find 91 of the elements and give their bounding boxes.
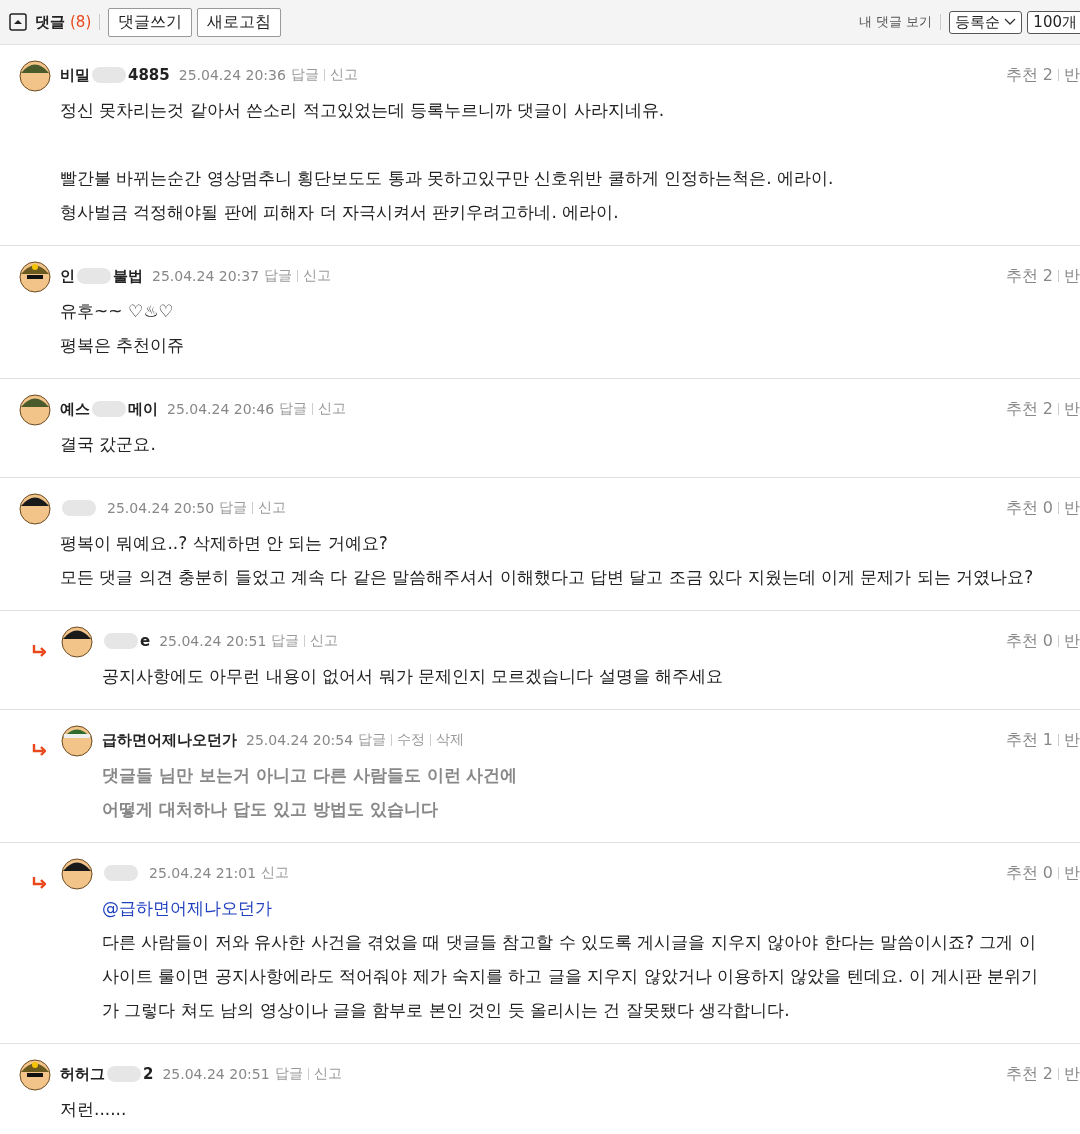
recommend-count[interactable]: 추천 0	[1005, 630, 1053, 652]
header-button[interactable]: 새로고침	[197, 7, 282, 37]
avatar-icon	[60, 723, 94, 757]
collapse-icon[interactable]	[9, 13, 27, 31]
recommend-count[interactable]: 추천 0	[1005, 862, 1053, 884]
comment-text: 결국 갔군요.	[60, 433, 157, 456]
comment-time: 25.04.24 20:51	[159, 633, 267, 649]
mention-link[interactable]: @급하면어제나오던가	[102, 891, 1052, 925]
avatar-icon	[18, 58, 52, 92]
page-size-dropdown[interactable]: 100개	[1027, 10, 1080, 34]
comment-action-link[interactable]: 답글	[271, 632, 300, 650]
comment-time: 25.04.24 21:01	[149, 865, 257, 881]
reply-arrow-icon	[32, 877, 46, 889]
comment-text: 모든 댓글 의견 충분히 들었고 계속 다 같은 말씀해주셔서 이해했다고 답변 달고 조금 있다 지웠는데 이게 문제가 되는 거였나요?	[60, 566, 1035, 589]
redaction-mark	[107, 1066, 141, 1082]
avatar-icon	[18, 491, 52, 525]
comment-time: 25.04.24 20:50	[107, 500, 215, 516]
reply-arrow-icon	[32, 744, 46, 756]
author-name: 2	[143, 1065, 154, 1083]
reply-arrow-icon	[32, 645, 46, 657]
header-button[interactable]: 댓글쓰기	[108, 7, 193, 37]
recommend-count[interactable]: 추천 2	[1005, 265, 1053, 287]
author-name: e	[140, 632, 151, 650]
comment-action-link[interactable]: 답글	[290, 66, 319, 84]
redaction-mark	[92, 67, 126, 83]
comment-count: (8)	[70, 13, 92, 31]
avatar-icon	[18, 259, 52, 293]
author-name: 예스	[60, 399, 90, 419]
comment-action-link[interactable]: 신고	[258, 499, 287, 517]
comment-time: 25.04.24 20:46	[167, 401, 275, 417]
avatar-icon	[18, 392, 52, 426]
oppose-link[interactable]: 반	[1064, 1063, 1080, 1085]
recommend-count[interactable]: 추천 2	[1005, 1063, 1053, 1085]
author-name: 불법	[113, 266, 143, 286]
recommend-count[interactable]: 추천 2	[1005, 64, 1053, 86]
avatar-icon	[18, 1057, 52, 1091]
recommend-count[interactable]: 추천 1	[1005, 729, 1053, 751]
oppose-link[interactable]: 반	[1064, 265, 1080, 287]
comment-action-link[interactable]: 답글	[219, 499, 248, 517]
comment-action-link[interactable]: 신고	[261, 864, 290, 882]
recommend-count[interactable]: 추천 0	[1005, 497, 1053, 519]
redaction-mark	[104, 633, 138, 649]
comment-action-link[interactable]: 답글	[264, 267, 293, 285]
comment-action-link[interactable]: 답글	[279, 400, 308, 418]
comment-time: 25.04.24 20:36	[178, 67, 286, 83]
comment-text: 형사벌금 걱정해야될 판에 피해자 더 자극시켜서 판키우려고하네. 에라이.	[60, 201, 620, 224]
redaction-mark	[62, 500, 96, 516]
comment-text: 평복은 추천이쥬	[60, 334, 186, 357]
comment-text: 평복이 뭐예요..? 삭제하면 안 되는 거예요?	[60, 532, 389, 555]
oppose-link[interactable]: 반	[1064, 630, 1080, 652]
comment-text: 다른 사람들이 저와 유사한 사건을 겪었을 때 댓글들 참고할 수 있도록 게시글을 지우지 않아야 한다는 말씀이시죠? 그게 이 사이트 룰이면 공지사항에라도 적어줘야 제가 숙지를 하고 글을 지우지 않았거나 이용하지 않았을 텐데요. 이 게시판 분위기가 그렇다 쳐도 남의 영상이나 글을 함부로 본인 것인 듯 올리시는 건 잘못됐다 생각합니다.	[102, 931, 1040, 1022]
oppose-link[interactable]: 반	[1064, 398, 1080, 420]
comment-action-link[interactable]: 수정	[397, 731, 426, 749]
redaction-mark	[77, 268, 111, 284]
comment-text: 정신 못차리는것 같아서 쓴소리 적고있었는데 등록누르니까 댓글이 사라지네유.	[60, 99, 666, 122]
comment-text: 어떻게 대처하나 답도 있고 방법도 있습니다	[102, 798, 439, 821]
author-name: 비밀	[60, 65, 90, 85]
my-comments-link[interactable]: 내 댓글 보기	[859, 13, 933, 31]
comment-action-link[interactable]: 신고	[329, 66, 358, 84]
caret-icon	[1004, 18, 1017, 26]
comment-action-link[interactable]: 신고	[303, 267, 332, 285]
sort-dropdown[interactable]: 등록순	[949, 10, 1023, 34]
comment-text: 빨간불 바뀌는순간 영상멈추니 횡단보도도 통과 못하고있구만 신호위반 쿨하게 인정하는척은. 에라이.	[60, 167, 835, 190]
oppose-link[interactable]: 반	[1064, 497, 1080, 519]
comment-time: 25.04.24 20:51	[162, 1066, 270, 1082]
comment-action-link[interactable]: 신고	[318, 400, 347, 418]
avatar-icon	[60, 624, 94, 658]
comment-text: 공지사항에도 아무런 내용이 없어서 뭐가 문제인지 모르겠습니다 설명을 해주세요	[102, 665, 725, 688]
comments-title: 댓글	[35, 12, 65, 32]
author-name: 허허그	[60, 1064, 105, 1084]
comment-action-link[interactable]: 신고	[310, 632, 339, 650]
redaction-mark	[92, 401, 126, 417]
comment-action-link[interactable]: 신고	[313, 1065, 342, 1083]
comment-action-link[interactable]: 삭제	[436, 731, 465, 749]
comment-time: 25.04.24 20:54	[246, 732, 354, 748]
comment-text: 유후~~ ♡♨♡	[60, 300, 175, 323]
avatar-icon	[60, 856, 94, 890]
comment-action-link[interactable]: 답글	[358, 731, 387, 749]
recommend-count[interactable]: 추천 2	[1005, 398, 1053, 420]
author-name: 급하면어제나오던가	[102, 730, 237, 750]
comment-action-link[interactable]: 답글	[274, 1065, 303, 1083]
comment-text: 댓글들 님만 보는거 아니고 다른 사람들도 이런 사건에	[102, 764, 519, 787]
comment-text: 저런......	[60, 1098, 128, 1121]
redaction-mark	[104, 865, 138, 881]
oppose-link[interactable]: 반	[1064, 64, 1080, 86]
author-name: 4885	[128, 66, 170, 84]
oppose-link[interactable]: 반	[1064, 729, 1080, 751]
oppose-link[interactable]: 반	[1064, 862, 1080, 884]
comment-time: 25.04.24 20:37	[152, 268, 260, 284]
author-name: 인	[60, 266, 75, 286]
author-name: 메이	[128, 399, 158, 419]
